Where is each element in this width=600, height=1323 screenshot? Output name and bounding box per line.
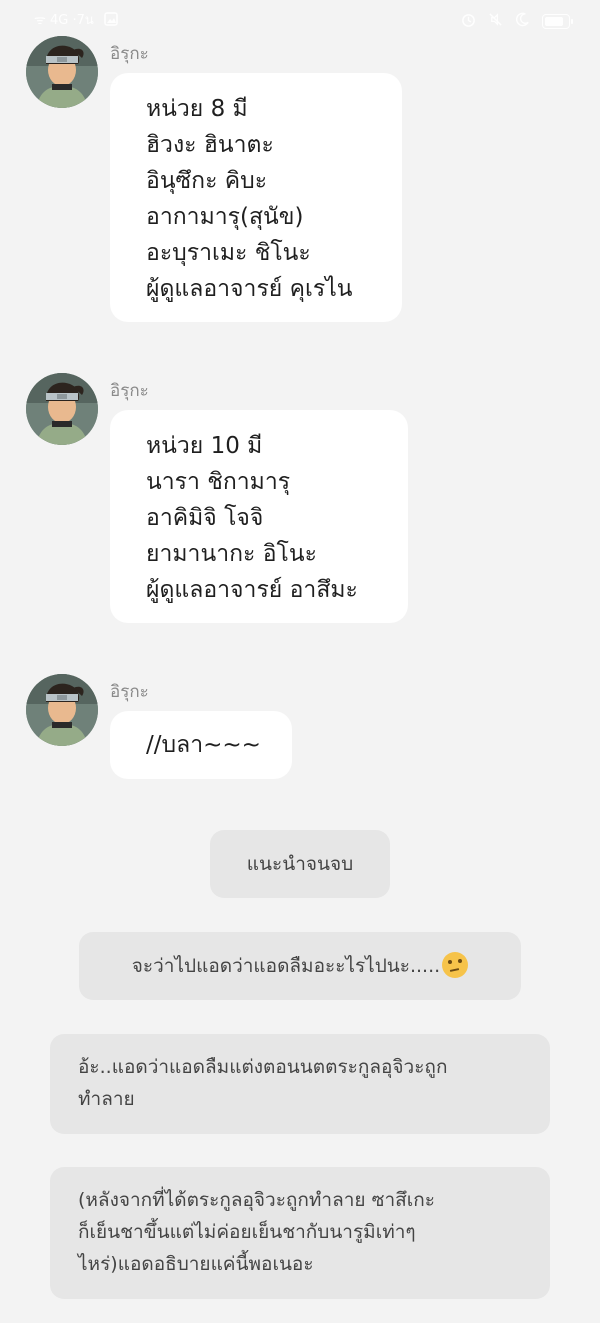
- status-left: ᯤ 4G ·7น: [34, 12, 118, 30]
- sender-name: อิรุกะ: [110, 381, 149, 401]
- choice-button[interactable]: อ้ะ..แอดว่าแอดลืมแต่งตอนนตตระกูลอุจิวะถู…: [50, 1034, 550, 1134]
- message-group: อิรุกะ หน่วย 8 มี ฮิวงะ ฮินาตะ อินุซึกะ …: [26, 36, 426, 326]
- status-right: [461, 12, 573, 31]
- sender-name: อิรุกะ: [110, 682, 149, 702]
- message-line: ผู้ดูแลอาจารย์ อาสึมะ: [146, 577, 358, 603]
- message-line: ผู้ดูแลอาจารย์ คุเรไน: [146, 276, 353, 302]
- message-line: อินุซึกะ คิบะ: [146, 168, 268, 194]
- thinking-face-icon: [442, 952, 469, 978]
- message-line: ยามานากะ อิโนะ: [146, 541, 317, 567]
- message-line: อะบุราเมะ ชิโนะ: [146, 240, 311, 266]
- avatar[interactable]: [26, 373, 98, 445]
- choice-button[interactable]: (หลังจากที่ได้ตระกูลอุจิวะถูกทำลาย ซาสึเ…: [50, 1167, 550, 1299]
- avatar[interactable]: [26, 674, 98, 746]
- choice-label: ไหร่)แอดอธิบายแค่นี้พอเนอะ: [78, 1253, 314, 1275]
- alarm-icon: [461, 12, 476, 31]
- gallery-icon: [104, 12, 118, 30]
- message-group: อิรุกะ หน่วย 10 มี นารา ชิกามารุ อาคิมิจ…: [26, 373, 426, 625]
- choice-label: ทำลาย: [78, 1088, 135, 1110]
- message-bubble: //บลา~~~: [110, 711, 292, 779]
- message-bubble: หน่วย 10 มี นารา ชิกามารุ อาคิมิจิ โจจิ …: [110, 410, 408, 623]
- battery-icon: [542, 14, 573, 29]
- message-line: //บลา~~~: [146, 732, 261, 758]
- message-line: นารา ชิกามารุ: [146, 469, 291, 495]
- moon-icon: [515, 12, 530, 31]
- status-left-text: ᯤ 4G ·7น: [34, 13, 94, 28]
- choice-label: (หลังจากที่ได้ตระกูลอุจิวะถูกทำลาย ซาสึเ…: [78, 1189, 435, 1211]
- mute-icon: [488, 12, 503, 31]
- message-line: อากามารุ(สุนัข): [146, 204, 304, 230]
- message-line: อาคิมิจิ โจจิ: [146, 505, 264, 531]
- message-line: หน่วย 10 มี: [146, 433, 263, 459]
- choice-label: ก็เย็นชาขึ้นแต่ไม่ค่อยเย็นชากับนารูมิเท่…: [78, 1221, 416, 1243]
- choice-label: จะว่าไปแอดว่าแอดลืมอะะไรไปนะ.....: [131, 955, 441, 977]
- choice-button[interactable]: แนะนำจนจบ: [210, 830, 390, 898]
- sender-name: อิรุกะ: [110, 44, 149, 64]
- message-bubble: หน่วย 8 มี ฮิวงะ ฮินาตะ อินุซึกะ คิบะ อา…: [110, 73, 402, 322]
- message-line: ฮิวงะ ฮินาตะ: [146, 132, 274, 158]
- avatar[interactable]: [26, 36, 98, 108]
- choice-label: แนะนำจนจบ: [246, 853, 354, 875]
- choice-button[interactable]: จะว่าไปแอดว่าแอดลืมอะะไรไปนะ.....: [79, 932, 521, 1000]
- message-line: หน่วย 8 มี: [146, 96, 248, 122]
- choice-label: อ้ะ..แอดว่าแอดลืมแต่งตอนนตตระกูลอุจิวะถู…: [78, 1056, 448, 1078]
- message-group: อิรุกะ //บลา~~~: [26, 674, 426, 784]
